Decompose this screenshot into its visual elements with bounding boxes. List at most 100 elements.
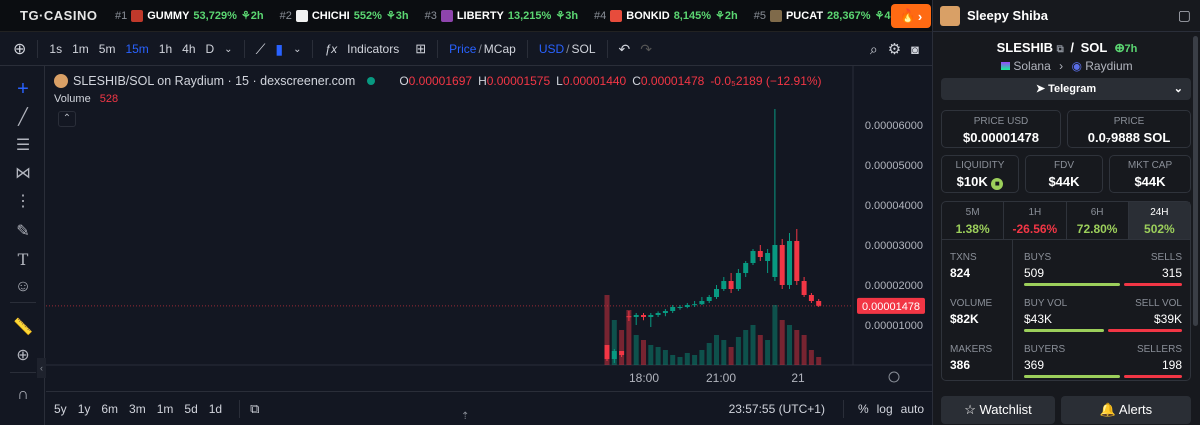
range-5y[interactable]: 5y — [54, 402, 67, 416]
resize-handle-icon[interactable]: ⇡ — [461, 411, 469, 422]
period-tab-5m[interactable]: 5M 1.38% — [942, 202, 1005, 239]
ticker-item[interactable]: #2 CHICHI 552% ⚘3h — [280, 9, 409, 22]
watchlist-button[interactable]: ☆ Watchlist — [941, 396, 1055, 424]
text-tool-icon[interactable]: T — [12, 248, 34, 270]
zoom-in-icon[interactable]: ⊕ — [12, 344, 34, 366]
brush-icon[interactable]: ✎ — [12, 220, 34, 242]
camera-icon[interactable]: ◙ — [906, 42, 924, 57]
magnet-icon[interactable]: ∩ — [12, 384, 34, 406]
copy-icon[interactable]: ⧉ — [1057, 44, 1064, 55]
candle-body — [619, 351, 625, 355]
redo-icon[interactable]: ↷ — [635, 41, 657, 58]
candles-icon[interactable]: ▮ — [270, 41, 288, 58]
token-icon — [131, 9, 144, 22]
range-1y[interactable]: 1y — [78, 402, 91, 416]
percent-toggle[interactable]: % — [858, 402, 869, 416]
chain-link[interactable]: Solana — [1013, 59, 1050, 73]
volume-bar — [684, 353, 690, 365]
age-badge: ⚘3h — [385, 10, 409, 22]
ruler-icon[interactable]: 📏 — [12, 316, 34, 338]
last-price-label: 0.00001478 — [862, 301, 920, 313]
candle-body — [677, 307, 683, 308]
prediction-icon[interactable]: ⋮ — [12, 190, 34, 212]
panel-scrollbar[interactable] — [1193, 36, 1198, 326]
price-sol-value: 0.0₇9888 SOL — [1087, 130, 1171, 145]
candle-body — [728, 281, 734, 289]
ticker-item[interactable]: #5PUCAT28,367%⚘4h — [754, 9, 895, 22]
undo-icon[interactable]: ↶ — [614, 41, 636, 58]
range-1d[interactable]: 1d — [209, 402, 222, 416]
liquidity-card: LIQUIDITY $10K ■ — [941, 155, 1019, 193]
mktcap-value: $44K — [1134, 174, 1166, 189]
add-symbol-icon[interactable]: ⊕ — [8, 39, 31, 59]
candle-body — [816, 301, 822, 306]
candle-body — [706, 297, 712, 301]
interval-D[interactable]: D — [201, 42, 220, 56]
bell-icon: 🔔 — [1099, 402, 1117, 417]
usd-toggle[interactable]: USD — [534, 42, 566, 56]
dex-link[interactable]: Raydium — [1085, 59, 1132, 73]
range-3m[interactable]: 3m — [129, 402, 146, 416]
indicators-icon[interactable]: ƒx — [319, 42, 342, 56]
chevron-down-icon[interactable]: ⌄ — [288, 44, 306, 55]
ticker-item[interactable]: #3 LIBERTY 13,215% ⚘3h — [425, 9, 578, 22]
sellers-value: 198 — [1161, 358, 1182, 372]
tg-casino-logo[interactable]: TG·CASINO — [20, 8, 115, 23]
price-chart[interactable]: 0.00006000 0.00005000 0.00004000 0.00003000… — [46, 66, 932, 425]
telegram-button[interactable]: ➤ Telegram ⌄ — [941, 78, 1191, 100]
x-tick-label: 21:00 — [706, 371, 736, 385]
alerts-button[interactable]: 🔔 Alerts — [1061, 396, 1191, 424]
period-tab-6h[interactable]: 6H 72.80% — [1067, 202, 1129, 239]
fire-trending-button[interactable]: 🔥 › — [891, 4, 931, 28]
sellers-bar — [1124, 375, 1182, 378]
price-toggle[interactable]: Price — [444, 42, 478, 56]
settings-gear-icon[interactable]: ⚙ — [883, 40, 906, 58]
log-toggle[interactable]: log — [877, 402, 893, 416]
collapse-toolbar-button[interactable]: ‹ — [37, 358, 46, 378]
search-icon[interactable]: ⌕ — [865, 41, 883, 58]
interval-1m[interactable]: 1m — [67, 42, 94, 56]
sol-toggle[interactable]: SOL — [570, 42, 601, 56]
y-tick-label: 0.00004000 — [865, 200, 923, 212]
auto-toggle[interactable]: auto — [901, 402, 924, 416]
period-tab-24h[interactable]: 24H 502% — [1128, 202, 1190, 239]
goto-date-icon[interactable]: ⧉ — [250, 401, 259, 417]
chart-canvas[interactable]: 0.00006000 0.00005000 0.00004000 0.00003000… — [46, 66, 932, 425]
sell-vol-bar — [1108, 329, 1182, 332]
chevron-down-icon[interactable]: ⌄ — [219, 44, 237, 55]
fib-retracement-icon[interactable]: ☰ — [12, 134, 34, 156]
indicators-button[interactable]: Indicators — [342, 42, 404, 56]
clock-time[interactable]: 23:57:55 (UTC+1) — [729, 402, 825, 416]
interval-1s[interactable]: 1s — [44, 42, 67, 56]
trend-line-icon[interactable]: ╱ — [12, 106, 34, 128]
interval-15m[interactable]: 15m — [120, 42, 153, 56]
volume-bar — [765, 340, 771, 365]
interval-5m[interactable]: 5m — [94, 42, 121, 56]
collapse-legend-button[interactable]: ⌃ — [58, 111, 76, 127]
ticker-item[interactable]: #4 BONKID 8,145% ⚘2h — [594, 9, 738, 22]
stats-divider — [1012, 240, 1013, 380]
candle-body — [765, 253, 771, 261]
emoji-icon[interactable]: ☺ — [12, 276, 34, 298]
range-6m[interactable]: 6m — [101, 402, 118, 416]
interval-4h[interactable]: 4h — [177, 42, 200, 56]
volume-bar — [648, 345, 654, 365]
mcap-toggle[interactable]: MCap — [482, 42, 521, 56]
crosshair-icon[interactable]: + — [12, 78, 34, 100]
range-1m[interactable]: 1m — [157, 402, 174, 416]
interval-1h[interactable]: 1h — [154, 42, 177, 56]
candle-body — [779, 245, 785, 285]
range-5d[interactable]: 5d — [184, 402, 197, 416]
line-chart-icon[interactable]: ⟋ — [251, 41, 271, 58]
buys-value: 509 — [1024, 266, 1045, 280]
volume-bar — [655, 347, 661, 365]
period-tab-1h[interactable]: 1H -26.56% — [1004, 202, 1067, 239]
candle-body — [772, 245, 778, 277]
ticker-item[interactable]: #1 GUMMY 53,729% ⚘2h — [115, 9, 264, 22]
layouts-icon[interactable]: ⊞ — [410, 41, 431, 57]
close-icon[interactable]: ▢ — [1178, 7, 1191, 24]
x-tick-label: 18:00 — [629, 371, 659, 385]
volume-bar — [692, 355, 698, 365]
solana-icon — [1001, 62, 1011, 70]
pattern-icon[interactable]: ⋈ — [12, 162, 34, 184]
